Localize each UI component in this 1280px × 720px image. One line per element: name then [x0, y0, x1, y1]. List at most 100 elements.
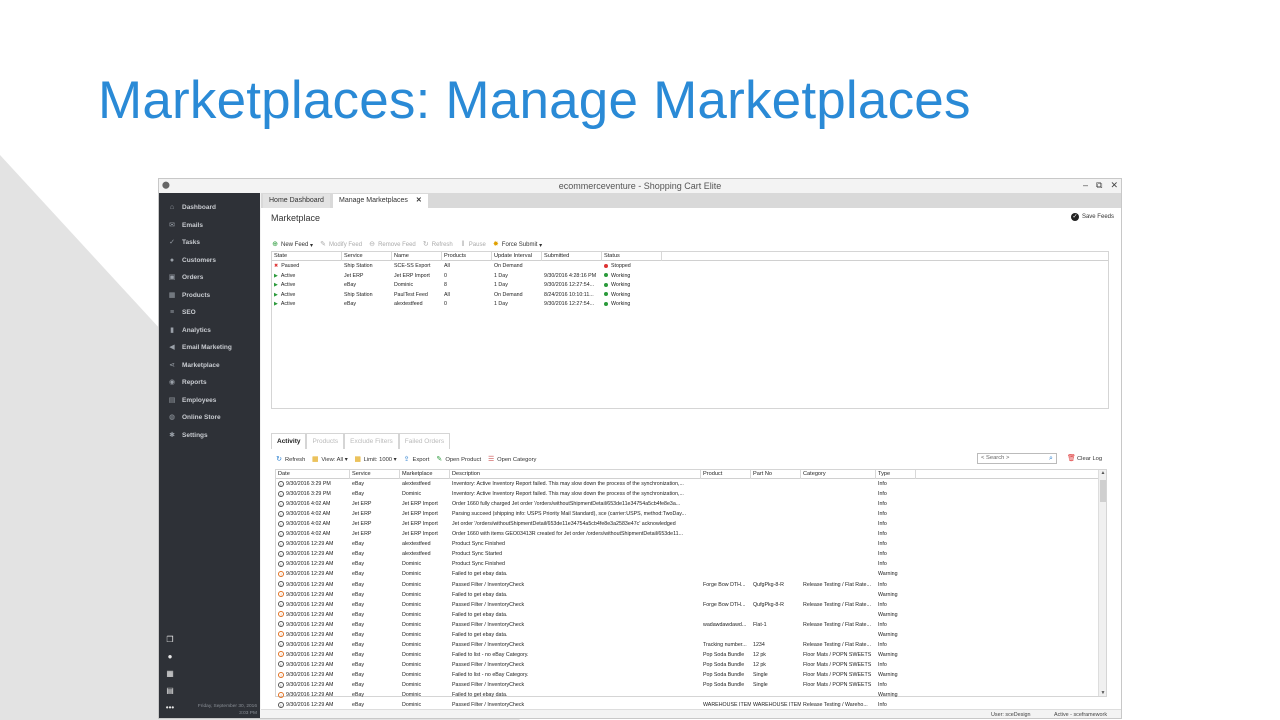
table-row[interactable]: i 9/30/2016 12:29 AM eBay Dominic Passed Fil…	[276, 601, 1098, 611]
table-row[interactable]: ! 9/30/2016 12:29 AM eBay Dominic Failed to …	[276, 651, 1098, 661]
table-row[interactable]: ! 9/30/2016 12:29 AM eBay Dominic Failed to …	[276, 591, 1098, 601]
calendar-icon[interactable]: ▤	[165, 686, 175, 696]
col-update-interval[interactable]: Update Interval	[492, 252, 542, 261]
sidebar-item-reports[interactable]: ◉ Reports	[159, 374, 260, 390]
table-row[interactable]: i 9/30/2016 12:29 AM eBay Dominic Passed Fil…	[276, 661, 1098, 671]
col-products[interactable]: Products	[442, 252, 492, 261]
table-row[interactable]: i 9/30/2016 4:02 AM Jet ERP Jet ERP Import P…	[276, 510, 1098, 520]
sidebar-item-tasks[interactable]: ✓ Tasks	[159, 234, 260, 250]
category-cell	[801, 530, 876, 540]
status-text: Working	[611, 282, 631, 288]
col-name[interactable]: Name	[392, 252, 442, 261]
table-row[interactable]: ! 9/30/2016 12:29 AM eBay Dominic Failed to …	[276, 631, 1098, 641]
table-row[interactable]: i 9/30/2016 12:29 AM eBay Dominic Passed Fil…	[276, 641, 1098, 651]
table-row[interactable]: ✖ Paused Ship Station SCE-SS Export All On De…	[272, 262, 1108, 272]
scroll-up-icon[interactable]: ▲	[1099, 470, 1107, 476]
sidebar-item-seo[interactable]: ≡ SEO	[159, 304, 260, 320]
col-marketplace[interactable]: Marketplace	[400, 470, 450, 479]
table-row[interactable]: ▶ Active Jet ERP Jet ERP Import 0 1 Day 9/30/2…	[272, 272, 1108, 282]
table-row[interactable]: ! 9/30/2016 12:29 AM eBay Dominic Failed to …	[276, 611, 1098, 621]
pause-button[interactable]: ‖ Pause	[459, 241, 485, 249]
col-type[interactable]: Type	[876, 470, 916, 479]
marketplace-cell: Dominic	[402, 671, 422, 678]
calculator-icon[interactable]: ▦	[165, 669, 175, 679]
table-row[interactable]: i 9/30/2016 3:29 PM eBay alextestfeed Invent…	[276, 480, 1098, 490]
product-cell: Tracking number...	[703, 641, 747, 648]
limit-dropdown[interactable]: ▦ Limit: 1000 ▾	[354, 456, 396, 464]
table-row[interactable]: ▶ Active eBay alextestfeed 0 1 Day 9/30/2016 1…	[272, 300, 1108, 310]
col-date[interactable]: Date	[276, 470, 350, 479]
search-icon[interactable]: ⌕	[1045, 453, 1057, 464]
sidebar-item-employees[interactable]: ▤ Employees	[159, 392, 260, 408]
scroll-thumb[interactable]	[1100, 480, 1106, 502]
subtab-products[interactable]: Products	[306, 433, 345, 449]
date-cell: ! 9/30/2016 12:29 AM	[276, 570, 350, 580]
table-row[interactable]: i 9/30/2016 12:29 AM eBay alextestfeed Produ…	[276, 540, 1098, 550]
clear-log-button[interactable]: 🗑 Clear Log	[1067, 455, 1102, 463]
table-row[interactable]: ! 9/30/2016 12:29 AM eBay Dominic Failed to …	[276, 691, 1098, 701]
refresh-feed-button[interactable]: ↻ Refresh	[422, 241, 453, 249]
table-row[interactable]: i 9/30/2016 12:29 AM eBay Dominic Passed Fil…	[276, 681, 1098, 691]
scroll-down-icon[interactable]: ▼	[1099, 690, 1107, 696]
pause-icon: ‖	[461, 241, 465, 248]
sidebar-item-products[interactable]: ▦ Products	[159, 287, 260, 303]
col-category[interactable]: Category	[801, 470, 876, 479]
windows-icon[interactable]: ❐	[165, 635, 175, 645]
close-window-button[interactable]: ✕	[1110, 180, 1118, 191]
force-submit-button[interactable]: ✸ Force Submit ▾	[492, 241, 542, 249]
subtab-activity[interactable]: Activity	[271, 433, 307, 449]
tab-manage-marketplaces[interactable]: Manage Marketplaces ✕	[333, 194, 428, 208]
lightbulb-icon[interactable]: ●	[165, 652, 175, 662]
more-icon[interactable]: •••	[165, 703, 175, 713]
minimize-button[interactable]: –	[1083, 180, 1088, 191]
col-service[interactable]: Service	[342, 252, 392, 261]
open-category-button[interactable]: ☰ Open Category	[487, 456, 536, 464]
table-row[interactable]: ▶ Active Ship Station PaulTest Feed All On De…	[272, 291, 1108, 301]
state-text: Active	[280, 291, 296, 298]
open-product-button[interactable]: ✎ Open Product	[435, 456, 481, 464]
cart-icon: ▣	[168, 274, 176, 281]
activity-scrollbar[interactable]: ▲ ▼	[1098, 470, 1106, 696]
col-description[interactable]: Description	[450, 470, 701, 479]
remove-feed-button[interactable]: ⊖ Remove Feed	[368, 241, 416, 249]
table-row[interactable]: ! 9/30/2016 12:29 AM eBay Dominic Failed to …	[276, 671, 1098, 681]
tab-home-dashboard[interactable]: Home Dashboard	[263, 194, 330, 208]
restore-button[interactable]: ⧉	[1096, 180, 1102, 191]
sidebar-item-online-store[interactable]: ◍ Online Store	[159, 409, 260, 425]
table-row[interactable]: ! 9/30/2016 12:29 AM eBay Dominic Failed to …	[276, 570, 1098, 580]
export-button[interactable]: ⇪ Export	[403, 456, 430, 464]
table-row[interactable]: ▶ Active eBay Dominic 8 1 Day 9/30/2016 12:27:…	[272, 281, 1108, 291]
sidebar-item-orders[interactable]: ▣ Orders	[159, 269, 260, 285]
sidebar-item-settings[interactable]: ✱ Settings	[159, 427, 260, 443]
marketplace-cell: Dominic	[402, 621, 422, 628]
table-row[interactable]: i 9/30/2016 4:02 AM Jet ERP Jet ERP Import O…	[276, 500, 1098, 510]
col-product[interactable]: Product	[701, 470, 751, 479]
subtab-exclude-filters[interactable]: Exclude Filters	[344, 433, 399, 449]
table-row[interactable]: i 9/30/2016 12:29 AM eBay Dominic Product Sy…	[276, 560, 1098, 570]
col-service[interactable]: Service	[350, 470, 400, 479]
sidebar-item-dashboard[interactable]: ⌂ Dashboard	[159, 199, 260, 215]
view-all-dropdown[interactable]: ▦ View: All ▾	[311, 456, 348, 464]
activity-refresh-button[interactable]: ↻ Refresh	[275, 456, 305, 464]
service-cell: eBay	[352, 581, 365, 588]
save-feeds-button[interactable]: ✓ Save Feeds	[1070, 213, 1114, 221]
new-feed-button[interactable]: ⊕ New Feed ▾	[271, 241, 313, 249]
subtab-failed-orders[interactable]: Failed Orders	[398, 433, 451, 449]
table-row[interactable]: i 9/30/2016 4:02 AM Jet ERP Jet ERP Import J…	[276, 520, 1098, 530]
col-submitted[interactable]: Submitted	[542, 252, 602, 261]
col-state[interactable]: State	[272, 252, 342, 261]
modify-feed-button[interactable]: ✎ Modify Feed	[319, 241, 362, 249]
col-part-no[interactable]: Part No	[751, 470, 801, 479]
table-row[interactable]: i 9/30/2016 12:29 AM eBay Dominic Passed Fil…	[276, 621, 1098, 631]
sidebar-item-customers[interactable]: ● Customers	[159, 252, 260, 268]
sidebar-item-analytics[interactable]: ▮ Analytics	[159, 322, 260, 338]
table-row[interactable]: i 9/30/2016 12:29 AM eBay alextestfeed Produ…	[276, 550, 1098, 560]
sidebar-item-emails[interactable]: ✉ Emails	[159, 217, 260, 233]
close-tab-icon[interactable]: ✕	[416, 197, 422, 204]
sidebar-item-email-marketing[interactable]: ◀ Email Marketing	[159, 339, 260, 355]
sidebar-item-marketplace[interactable]: ⋖ Marketplace	[159, 357, 260, 373]
col-status[interactable]: Status	[602, 252, 662, 261]
table-row[interactable]: i 9/30/2016 3:29 PM eBay Dominic Inventory: …	[276, 490, 1098, 500]
table-row[interactable]: i 9/30/2016 4:02 AM Jet ERP Jet ERP Import O…	[276, 530, 1098, 540]
table-row[interactable]: i 9/30/2016 12:29 AM eBay Dominic Passed Fil…	[276, 581, 1098, 591]
